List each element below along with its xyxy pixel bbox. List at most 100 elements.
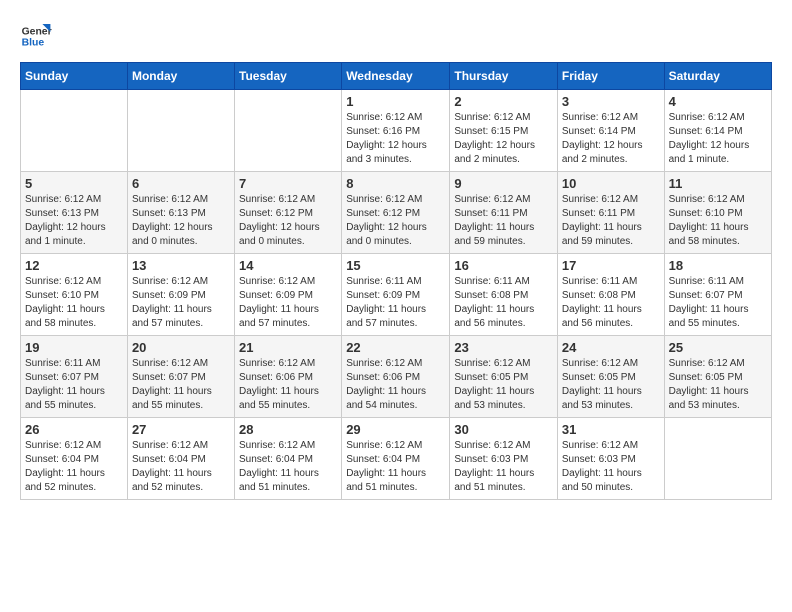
day-number: 18	[669, 258, 767, 273]
day-info: Sunrise: 6:12 AM Sunset: 6:09 PM Dayligh…	[132, 275, 230, 331]
day-number: 22	[346, 340, 445, 355]
day-info: Sunrise: 6:12 AM Sunset: 6:07 PM Dayligh…	[132, 357, 230, 413]
calendar-cell: 25 Sunrise: 6:12 AM Sunset: 6:05 PM Dayli…	[664, 336, 771, 418]
day-info: Sunrise: 6:12 AM Sunset: 6:11 PM Dayligh…	[562, 193, 660, 249]
calendar-cell: 29 Sunrise: 6:12 AM Sunset: 6:04 PM Dayli…	[342, 418, 450, 500]
header: General Blue	[20, 20, 772, 52]
day-number: 31	[562, 422, 660, 437]
day-number: 6	[132, 176, 230, 191]
calendar-cell: 16Sunrise: 6:11 AM Sunset: 6:08 PM Dayli…	[450, 254, 558, 336]
header-cell-thursday: Thursday	[450, 63, 558, 90]
calendar-cell	[127, 90, 234, 172]
day-info: Sunrise: 6:12 AM Sunset: 6:04 PM Dayligh…	[132, 439, 230, 495]
day-info: Sunrise: 6:11 AM Sunset: 6:08 PM Dayligh…	[454, 275, 553, 331]
header-cell-saturday: Saturday	[664, 63, 771, 90]
day-info: Sunrise: 6:12 AM Sunset: 6:13 PM Dayligh…	[25, 193, 123, 249]
calendar-cell: 19 Sunrise: 6:11 AM Sunset: 6:07 PM Dayli…	[21, 336, 128, 418]
day-number: 1	[346, 94, 445, 109]
calendar-cell	[235, 90, 342, 172]
day-info: Sunrise: 6:12 AM Sunset: 6:12 PM Dayligh…	[239, 193, 337, 249]
calendar-cell: 6 Sunrise: 6:12 AM Sunset: 6:13 PM Daylig…	[127, 172, 234, 254]
calendar-cell: 11Sunrise: 6:12 AM Sunset: 6:10 PM Dayli…	[664, 172, 771, 254]
calendar-cell: 31 Sunrise: 6:12 AM Sunset: 6:03 PM Dayli…	[557, 418, 664, 500]
week-row-3: 19 Sunrise: 6:11 AM Sunset: 6:07 PM Dayli…	[21, 336, 772, 418]
header-row: SundayMondayTuesdayWednesdayThursdayFrid…	[21, 63, 772, 90]
day-info: Sunrise: 6:12 AM Sunset: 6:13 PM Dayligh…	[132, 193, 230, 249]
week-row-0: 1 Sunrise: 6:12 AM Sunset: 6:16 PM Daylig…	[21, 90, 772, 172]
logo-icon: General Blue	[20, 20, 52, 52]
week-row-1: 5Sunrise: 6:12 AM Sunset: 6:13 PM Daylig…	[21, 172, 772, 254]
calendar-cell: 23 Sunrise: 6:12 AM Sunset: 6:05 PM Dayli…	[450, 336, 558, 418]
day-number: 3	[562, 94, 660, 109]
day-info: Sunrise: 6:11 AM Sunset: 6:09 PM Dayligh…	[346, 275, 445, 331]
day-number: 13	[132, 258, 230, 273]
calendar-cell: 7 Sunrise: 6:12 AM Sunset: 6:12 PM Daylig…	[235, 172, 342, 254]
day-number: 21	[239, 340, 337, 355]
calendar-header: SundayMondayTuesdayWednesdayThursdayFrid…	[21, 63, 772, 90]
calendar-cell	[664, 418, 771, 500]
day-number: 25	[669, 340, 767, 355]
day-info: Sunrise: 6:12 AM Sunset: 6:03 PM Dayligh…	[562, 439, 660, 495]
day-number: 7	[239, 176, 337, 191]
week-row-4: 26 Sunrise: 6:12 AM Sunset: 6:04 PM Dayli…	[21, 418, 772, 500]
header-cell-sunday: Sunday	[21, 63, 128, 90]
day-info: Sunrise: 6:12 AM Sunset: 6:06 PM Dayligh…	[239, 357, 337, 413]
day-info: Sunrise: 6:12 AM Sunset: 6:04 PM Dayligh…	[346, 439, 445, 495]
calendar-cell: 26 Sunrise: 6:12 AM Sunset: 6:04 PM Dayli…	[21, 418, 128, 500]
calendar-cell: 21 Sunrise: 6:12 AM Sunset: 6:06 PM Dayli…	[235, 336, 342, 418]
calendar-cell: 10 Sunrise: 6:12 AM Sunset: 6:11 PM Dayli…	[557, 172, 664, 254]
calendar-cell: 14Sunrise: 6:12 AM Sunset: 6:09 PM Dayli…	[235, 254, 342, 336]
day-number: 9	[454, 176, 553, 191]
calendar-cell: 30 Sunrise: 6:12 AM Sunset: 6:03 PM Dayli…	[450, 418, 558, 500]
header-cell-tuesday: Tuesday	[235, 63, 342, 90]
day-number: 14	[239, 258, 337, 273]
day-info: Sunrise: 6:12 AM Sunset: 6:04 PM Dayligh…	[25, 439, 123, 495]
day-info: Sunrise: 6:12 AM Sunset: 6:12 PM Dayligh…	[346, 193, 445, 249]
day-info: Sunrise: 6:11 AM Sunset: 6:07 PM Dayligh…	[25, 357, 123, 413]
day-number: 11	[669, 176, 767, 191]
day-info: Sunrise: 6:12 AM Sunset: 6:05 PM Dayligh…	[669, 357, 767, 413]
day-number: 30	[454, 422, 553, 437]
header-cell-wednesday: Wednesday	[342, 63, 450, 90]
day-number: 8	[346, 176, 445, 191]
calendar-cell: 4Sunrise: 6:12 AM Sunset: 6:14 PM Daylig…	[664, 90, 771, 172]
calendar-cell: 18Sunrise: 6:11 AM Sunset: 6:07 PM Dayli…	[664, 254, 771, 336]
calendar-cell: 9 Sunrise: 6:12 AM Sunset: 6:11 PM Daylig…	[450, 172, 558, 254]
day-number: 10	[562, 176, 660, 191]
calendar-body: 1 Sunrise: 6:12 AM Sunset: 6:16 PM Daylig…	[21, 90, 772, 500]
calendar-cell: 3 Sunrise: 6:12 AM Sunset: 6:14 PM Daylig…	[557, 90, 664, 172]
day-number: 19	[25, 340, 123, 355]
day-info: Sunrise: 6:12 AM Sunset: 6:15 PM Dayligh…	[454, 111, 553, 167]
calendar-cell: 22 Sunrise: 6:12 AM Sunset: 6:06 PM Dayli…	[342, 336, 450, 418]
day-info: Sunrise: 6:12 AM Sunset: 6:03 PM Dayligh…	[454, 439, 553, 495]
day-number: 24	[562, 340, 660, 355]
day-number: 17	[562, 258, 660, 273]
calendar-table: SundayMondayTuesdayWednesdayThursdayFrid…	[20, 62, 772, 500]
header-cell-friday: Friday	[557, 63, 664, 90]
day-info: Sunrise: 6:12 AM Sunset: 6:10 PM Dayligh…	[25, 275, 123, 331]
day-info: Sunrise: 6:12 AM Sunset: 6:05 PM Dayligh…	[454, 357, 553, 413]
day-info: Sunrise: 6:12 AM Sunset: 6:06 PM Dayligh…	[346, 357, 445, 413]
header-cell-monday: Monday	[127, 63, 234, 90]
calendar-cell: 2Sunrise: 6:12 AM Sunset: 6:15 PM Daylig…	[450, 90, 558, 172]
day-info: Sunrise: 6:12 AM Sunset: 6:04 PM Dayligh…	[239, 439, 337, 495]
calendar-cell: 1 Sunrise: 6:12 AM Sunset: 6:16 PM Daylig…	[342, 90, 450, 172]
day-number: 15	[346, 258, 445, 273]
calendar-cell: 17 Sunrise: 6:11 AM Sunset: 6:08 PM Dayli…	[557, 254, 664, 336]
day-number: 27	[132, 422, 230, 437]
calendar-cell: 15 Sunrise: 6:11 AM Sunset: 6:09 PM Dayli…	[342, 254, 450, 336]
day-number: 23	[454, 340, 553, 355]
day-info: Sunrise: 6:12 AM Sunset: 6:14 PM Dayligh…	[562, 111, 660, 167]
svg-text:Blue: Blue	[22, 38, 45, 49]
day-info: Sunrise: 6:12 AM Sunset: 6:16 PM Dayligh…	[346, 111, 445, 167]
day-number: 28	[239, 422, 337, 437]
day-number: 26	[25, 422, 123, 437]
day-number: 4	[669, 94, 767, 109]
day-info: Sunrise: 6:12 AM Sunset: 6:11 PM Dayligh…	[454, 193, 553, 249]
calendar-cell	[21, 90, 128, 172]
calendar-cell: 5Sunrise: 6:12 AM Sunset: 6:13 PM Daylig…	[21, 172, 128, 254]
day-info: Sunrise: 6:11 AM Sunset: 6:08 PM Dayligh…	[562, 275, 660, 331]
day-number: 29	[346, 422, 445, 437]
logo: General Blue	[20, 20, 52, 52]
day-number: 12	[25, 258, 123, 273]
